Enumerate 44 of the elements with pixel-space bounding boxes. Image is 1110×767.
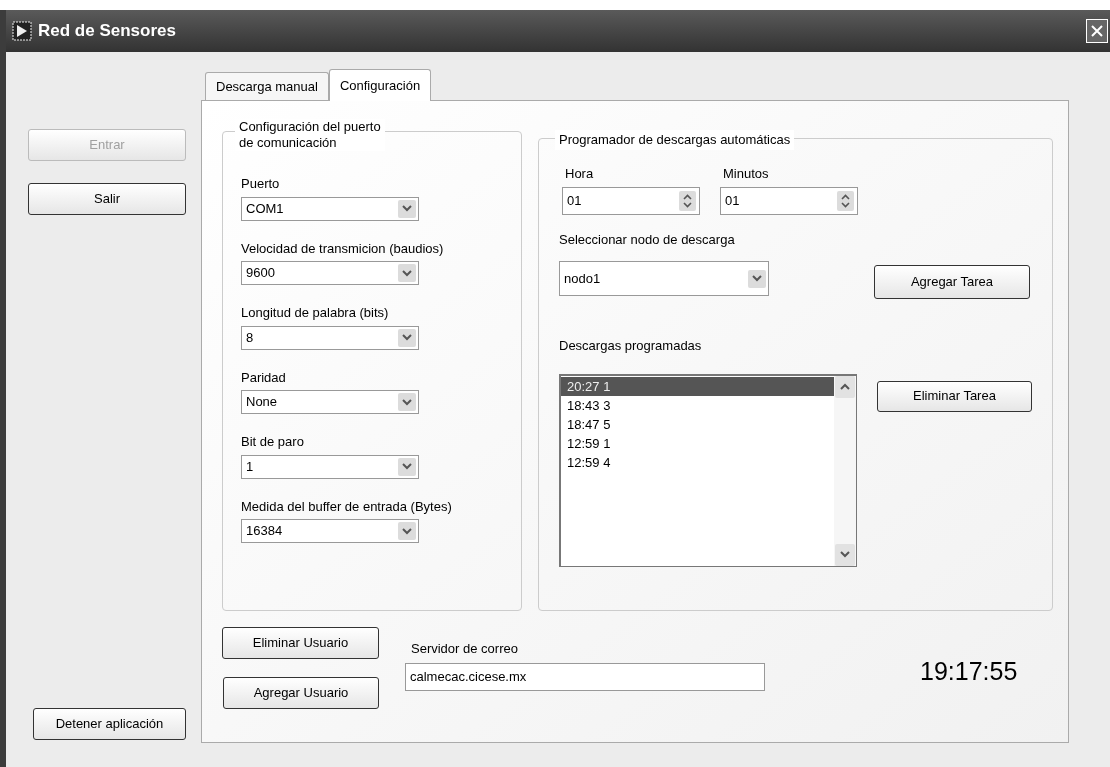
spin-arrows-icon[interactable] [837,190,854,211]
field-label: Bit de paro [241,433,305,451]
side-button[interactable]: Salir [28,183,186,215]
dropdown[interactable]: COM1 [241,196,419,221]
add-task-button[interactable]: Agregar Tarea [874,265,1030,299]
dropdown[interactable]: nodo1 [559,261,769,296]
field-label: Seleccionar nodo de descarga [559,230,736,249]
dropdown[interactable]: 9600 [241,261,419,285]
delete-user-button[interactable]: Eliminar Usuario [222,627,379,659]
close-button[interactable] [1086,19,1108,43]
field-label: Hora [564,165,595,183]
field-label: Medida del buffer de entrada (Bytes) [241,497,453,516]
dropdown[interactable]: 16384 [241,519,419,543]
app-icon [12,21,32,41]
clock: 19:17:55 [920,656,1018,685]
scroll-up-icon[interactable] [835,375,855,398]
field-label: Puerto [241,175,281,193]
field-label: Servidor de correo [410,640,519,658]
tab[interactable]: Descarga manual [205,72,329,100]
scroll-down-icon[interactable] [835,543,855,566]
tab[interactable]: Configuración [328,69,432,101]
field-label: Velocidad de transmicion (baudios) [241,239,445,258]
close-icon [1090,24,1104,38]
field-label: Descargas programadas [559,337,703,355]
mail-server-field[interactable]: calmecac.cicese.mx [405,662,765,691]
field-label: Minutos [722,165,770,183]
field-label: Paridad [241,368,287,387]
list-item[interactable]: 12:59 4 [561,452,834,472]
group-title: Programador de descargas automáticas [555,130,795,150]
number-field[interactable]: 01 [562,186,700,215]
number-field[interactable]: 01 [720,186,858,215]
list-item[interactable]: 20:27 1 [561,376,834,396]
dropdown[interactable]: 1 [241,454,419,479]
dropdown[interactable]: 8 [241,325,419,350]
dropdown[interactable]: None [241,390,419,414]
field-label: Longitud de palabra (bits) [241,304,390,322]
window-title: Red de Sensores [38,20,176,43]
list-item[interactable]: 18:43 3 [561,395,834,415]
remove-task-button[interactable]: Eliminar Tarea [877,380,1032,412]
add-user-button[interactable]: Agregar Usuario [223,677,379,709]
list-item[interactable]: 12:59 1 [561,433,834,453]
stop-button[interactable]: Detener aplicación [33,708,186,740]
spin-arrows-icon[interactable] [679,190,696,211]
list-item[interactable]: 18:47 5 [561,414,834,434]
